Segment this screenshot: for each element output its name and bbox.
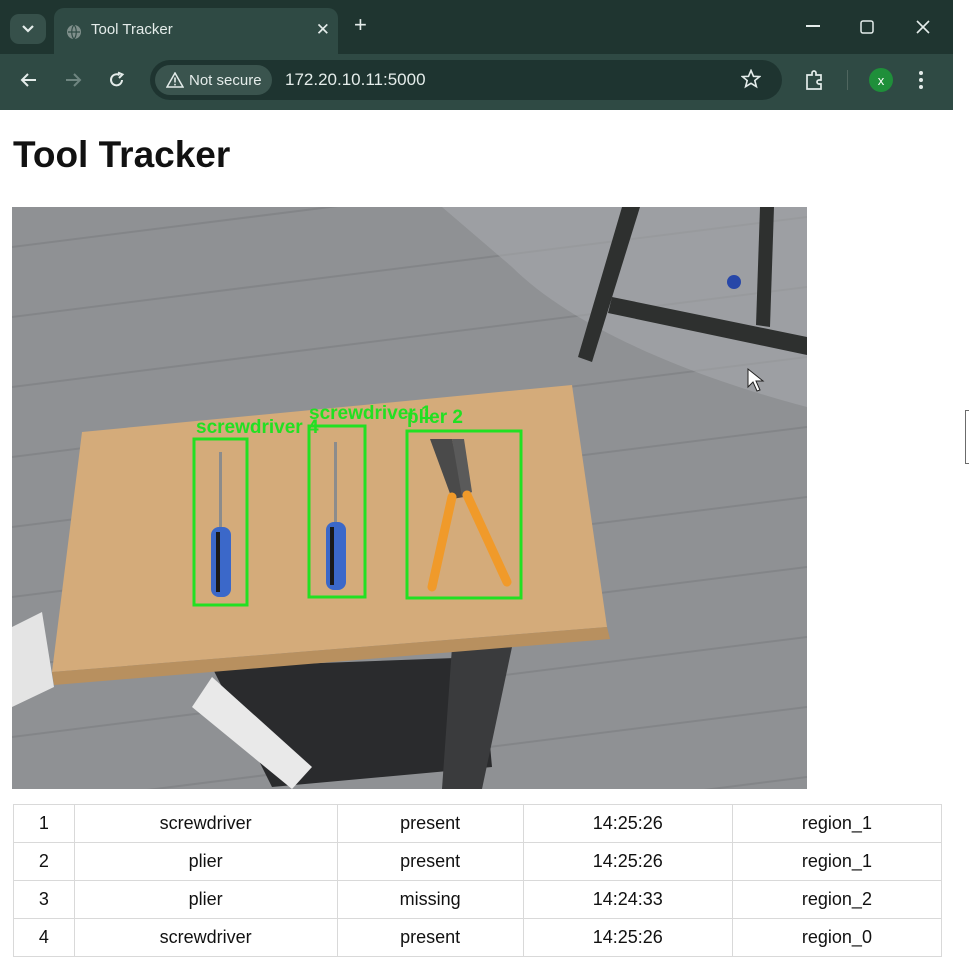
tab-search-button[interactable] — [10, 14, 46, 44]
last-seen-time: 14:24:33 — [522, 880, 733, 919]
tool-status: present — [336, 804, 524, 843]
tab-close-icon[interactable]: ✕ — [316, 20, 330, 40]
camera-frame: screwdriver 4 screwdriver 1 plier 2 — [12, 207, 807, 789]
row-id: 3 — [13, 880, 75, 919]
new-tab-button[interactable]: + — [354, 14, 367, 36]
tool-name: screwdriver — [73, 804, 338, 843]
detection-label-screwdriver-4: screwdriver 4 — [196, 417, 319, 438]
tool-name: screwdriver — [73, 918, 338, 957]
last-seen-time: 14:25:26 — [522, 918, 733, 957]
detection-label-plier-2: plier 2 — [407, 407, 463, 428]
warning-icon — [166, 72, 184, 88]
scrollbar-edge[interactable] — [965, 410, 969, 464]
tool-status: present — [336, 918, 524, 957]
page-title: Tool Tracker — [13, 134, 231, 175]
bookmark-star-icon[interactable] — [741, 69, 761, 89]
minimize-icon[interactable] — [806, 24, 820, 28]
table-row: 2 plier present 14:25:26 region_1 — [13, 842, 943, 881]
tool-name: plier — [73, 842, 338, 881]
tool-status: present — [336, 842, 524, 881]
tab-strip: Tool Tracker ✕ + — [0, 0, 953, 54]
extensions-puzzle-icon[interactable] — [804, 69, 826, 91]
tool-region: region_1 — [731, 804, 943, 843]
tool-status-table: 1 screwdriver present 14:25:26 region_1 … — [13, 804, 943, 957]
table-row: 3 plier missing 14:24:33 region_2 — [13, 880, 943, 919]
profile-avatar[interactable]: x — [869, 68, 893, 92]
toolbar-divider — [847, 70, 848, 90]
table-row: 1 screwdriver present 14:25:26 region_1 — [13, 804, 943, 843]
tool-region: region_2 — [731, 880, 943, 919]
last-seen-time: 14:25:26 — [522, 842, 733, 881]
site-info-chip[interactable]: Not secure — [155, 65, 272, 95]
maximize-icon[interactable] — [860, 20, 874, 34]
chevron-down-icon — [22, 25, 34, 33]
last-seen-time: 14:25:26 — [522, 804, 733, 843]
table-row: 4 screwdriver present 14:25:26 region_0 — [13, 918, 943, 957]
tab-title: Tool Tracker — [91, 21, 173, 38]
url-text: 172.20.10.11:5000 — [285, 70, 426, 89]
more-menu-icon[interactable] — [918, 70, 924, 90]
row-id: 2 — [13, 842, 75, 881]
globe-icon — [67, 24, 81, 40]
tool-status: missing — [336, 880, 524, 919]
camera-feed: screwdriver 4 screwdriver 1 plier 2 — [12, 207, 807, 789]
active-tab[interactable]: Tool Tracker ✕ — [54, 8, 338, 54]
row-id: 4 — [13, 918, 75, 957]
window-close-icon[interactable] — [916, 20, 930, 34]
back-arrow-icon[interactable] — [20, 71, 38, 89]
reload-icon[interactable] — [108, 71, 126, 89]
forward-arrow-icon[interactable] — [64, 71, 82, 89]
address-bar[interactable]: Not secure 172.20.10.11:5000 — [150, 60, 782, 100]
blue-cap — [727, 275, 741, 289]
security-status: Not secure — [189, 71, 262, 89]
profile-initial: x — [877, 72, 885, 88]
tool-name: plier — [73, 880, 338, 919]
tool-region: region_1 — [731, 842, 943, 881]
row-id: 1 — [13, 804, 75, 843]
tool-region: region_0 — [731, 918, 943, 957]
browser-chrome: Tool Tracker ✕ + Not secure 172.20.10.11… — [0, 0, 953, 110]
